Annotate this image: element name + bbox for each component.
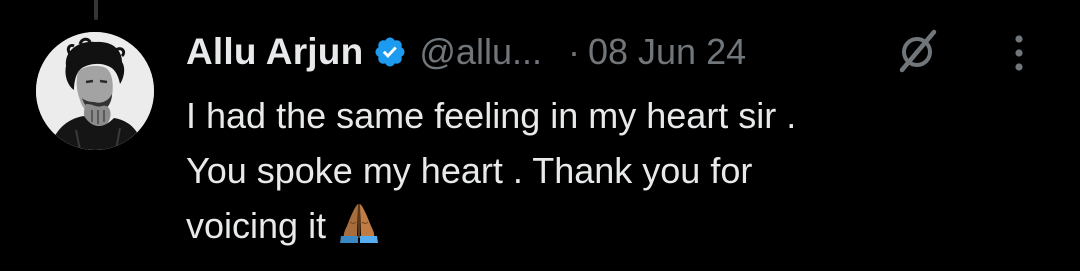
- tweet-date[interactable]: 08 Jun 24: [588, 31, 746, 73]
- more-options-icon[interactable]: [1004, 30, 1034, 76]
- tweet-text: I had the same feeling in my heart sir .…: [186, 95, 797, 246]
- tweet-header: Allu Arjun @allu... · 08 Jun 24: [186, 24, 746, 80]
- verified-badge-icon[interactable]: [373, 35, 407, 69]
- tweet-reply[interactable]: Allu Arjun @allu... · 08 Jun 24 I had th…: [0, 0, 1080, 271]
- avatar-image: [36, 32, 154, 150]
- thread-connector-line: [94, 0, 98, 20]
- profile-avatar[interactable]: [36, 32, 154, 150]
- grok-icon[interactable]: [898, 26, 938, 74]
- author-handle[interactable]: @allu...: [419, 31, 542, 73]
- header-separator: ·: [567, 31, 580, 72]
- tweet-body: I had the same feeling in my heart sir .…: [186, 88, 1046, 253]
- folded-hands-emoji: [336, 198, 382, 244]
- author-name[interactable]: Allu Arjun: [186, 31, 363, 73]
